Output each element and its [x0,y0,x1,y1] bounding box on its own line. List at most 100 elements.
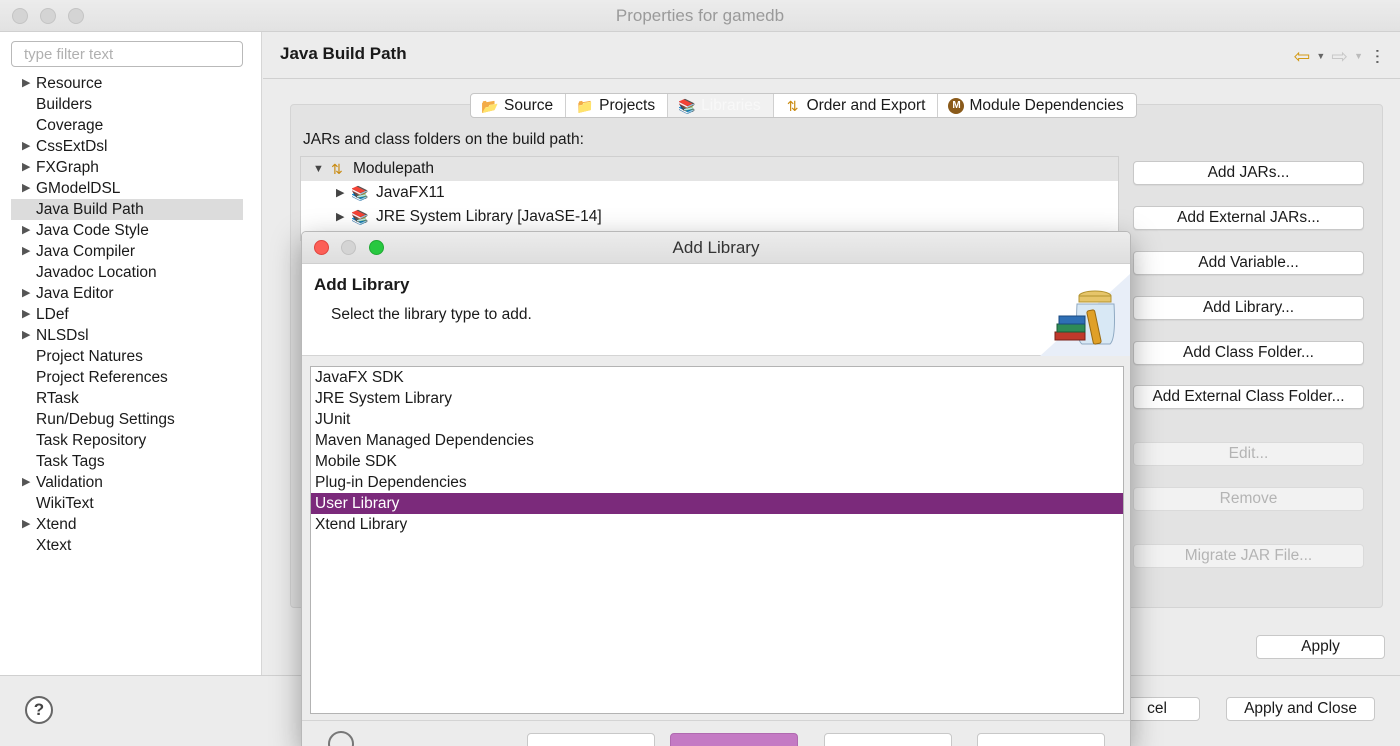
sidebar-item-label: Validation [36,474,103,491]
tab-projects[interactable]: 📁 Projects [566,94,669,117]
sidebar-item-label: LDef [36,306,69,323]
expand-arrow-icon[interactable]: ▶ [22,178,30,199]
sidebar-item-label: Java Code Style [36,222,149,239]
module-icon: M [948,97,965,114]
sidebar-item-xtend[interactable]: ▶ Xtend [11,514,243,535]
back-arrow-icon[interactable]: ⇦ [1294,44,1311,69]
forward-arrow-icon[interactable]: ⇨ [1331,44,1348,69]
list-item-selected[interactable]: User Library [311,493,1123,514]
tab-label: Projects [599,97,656,114]
sidebar-item-label: Coverage [36,117,104,134]
finish-button[interactable] [977,733,1105,746]
sidebar-item-fxgraph[interactable]: ▶ FXGraph [11,157,243,178]
tab-libraries[interactable]: 📚 Libraries [668,94,774,117]
add-variable-button[interactable]: Add Variable... [1133,251,1364,275]
expand-arrow-icon[interactable]: ▶ [22,220,30,241]
sidebar-item-ldef[interactable]: ▶ LDef [11,304,243,325]
expand-arrow-icon[interactable]: ▶ [22,514,30,535]
sidebar-item-label: Run/Debug Settings [36,411,175,428]
expand-arrow-icon[interactable]: ▶ [22,157,30,178]
chevron-down-icon[interactable]: ▼ [1316,51,1325,61]
sidebar-item-xtext[interactable]: Xtext [11,535,243,556]
expand-arrow-icon[interactable]: ▶ [22,472,30,493]
add-external-jars-button[interactable]: Add External JARs... [1133,206,1364,230]
header-divider [263,78,1400,79]
library-type-list[interactable]: JavaFX SDK JRE System Library JUnit Mave… [310,366,1124,714]
expand-arrow-icon[interactable]: ▶ [336,205,344,229]
apply-and-close-button[interactable]: Apply and Close [1226,697,1375,721]
edit-button[interactable]: Edit... [1133,442,1364,466]
sidebar-item-project-references[interactable]: Project References [11,367,243,388]
add-external-class-folder-button[interactable]: Add External Class Folder... [1133,385,1364,409]
next-button[interactable] [670,733,798,746]
tree-row-modulepath[interactable]: ▼ ⇅ Modulepath [301,157,1118,181]
sidebar-item-builders[interactable]: Builders [11,94,243,115]
sidebar-item-java-code-style[interactable]: ▶ Java Code Style [11,220,243,241]
collapse-arrow-icon[interactable]: ▼ [313,157,324,181]
sidebar-item-task-repository[interactable]: Task Repository [11,430,243,451]
expand-arrow-icon[interactable]: ▶ [336,181,344,205]
list-item[interactable]: JUnit [311,409,1123,430]
expand-arrow-icon[interactable]: ▶ [22,304,30,325]
expand-arrow-icon[interactable]: ▶ [22,283,30,304]
tab-label: Source [504,97,554,114]
expand-arrow-icon[interactable]: ▶ [22,241,30,262]
projects-folder-icon: 📁 [576,97,594,114]
list-item[interactable]: Mobile SDK [311,451,1123,472]
list-item[interactable]: Xtend Library [311,514,1123,535]
dialog-button-bar [302,720,1130,746]
tree-row-label: JavaFX11 [376,184,445,201]
sidebar-item-nlsdsl[interactable]: ▶ NLSDsl [11,325,243,346]
sidebar-item-rtask[interactable]: RTask [11,388,243,409]
sidebar-item-gmodeldsl[interactable]: ▶ GModelDSL [11,178,243,199]
expand-arrow-icon[interactable]: ▶ [22,325,30,346]
library-icon: 📚 [351,209,369,225]
tree-row-javafx11[interactable]: ▶ 📚 JavaFX11 [301,181,1118,205]
sidebar-item-label: Java Compiler [36,243,136,260]
add-jars-button[interactable]: Add JARs... [1133,161,1364,185]
sidebar-item-label: FXGraph [36,159,99,176]
sidebar-item-java-compiler[interactable]: ▶ Java Compiler [11,241,243,262]
sidebar-item-task-tags[interactable]: Task Tags [11,451,243,472]
tab-module-dependencies[interactable]: M Module Dependencies [938,94,1135,117]
list-item[interactable]: JRE System Library [311,388,1123,409]
help-icon[interactable]: ? [25,696,53,724]
sidebar-item-run-debug-settings[interactable]: Run/Debug Settings [11,409,243,430]
sidebar-item-cssextdsl[interactable]: ▶ CssExtDsl [11,136,243,157]
sidebar-item-resource[interactable]: ▶ Resource [11,73,243,94]
sidebar-item-label: Java Build Path [36,201,144,218]
dialog-header-title: Add Library [314,275,410,294]
cancel-dialog-button[interactable] [824,733,952,746]
sidebar-item-label: Xtend [36,516,77,533]
tab-order-export[interactable]: ⇅ Order and Export [774,94,939,117]
list-item[interactable]: JavaFX SDK [311,367,1123,388]
tab-source[interactable]: 📂 Source [471,94,567,117]
migrate-jar-button[interactable]: Migrate JAR File... [1133,544,1364,568]
sidebar-item-java-editor[interactable]: ▶ Java Editor [11,283,243,304]
sidebar-item-java-build-path[interactable]: Java Build Path [11,199,243,220]
sidebar-item-javadoc-location[interactable]: Javadoc Location [11,262,243,283]
dialog-help-icon[interactable] [328,731,354,746]
sidebar-item-validation[interactable]: ▶ Validation [11,472,243,493]
sidebar-item-label: WikiText [36,495,94,512]
sidebar-item-coverage[interactable]: Coverage [11,115,243,136]
tree-row-label: Modulepath [353,160,435,177]
add-library-button[interactable]: Add Library... [1133,296,1364,320]
tab-label: Module Dependencies [969,97,1124,114]
add-class-folder-button[interactable]: Add Class Folder... [1133,341,1364,365]
apply-button[interactable]: Apply [1256,635,1385,659]
list-item[interactable]: Maven Managed Dependencies [311,430,1123,451]
expand-arrow-icon[interactable]: ▶ [22,136,30,157]
tree-row-jre-system-library[interactable]: ▶ 📚 JRE System Library [JavaSE-14] [301,205,1118,229]
expand-arrow-icon[interactable]: ▶ [22,73,30,94]
build-path-tree[interactable]: ▼ ⇅ Modulepath ▶ 📚 JavaFX11 ▶ 📚 JRE Syst… [300,156,1119,241]
remove-button[interactable]: Remove [1133,487,1364,511]
chevron-down-icon[interactable]: ▼ [1354,51,1363,61]
list-item[interactable]: Plug-in Dependencies [311,472,1123,493]
sidebar-item-project-natures[interactable]: Project Natures [11,346,243,367]
modulepath-icon: ⇅ [331,161,343,177]
more-menu-icon[interactable]: ⋯ [1368,48,1387,64]
filter-input[interactable] [11,41,243,67]
sidebar-item-wikitext[interactable]: WikiText [11,493,243,514]
back-button[interactable] [527,733,655,746]
